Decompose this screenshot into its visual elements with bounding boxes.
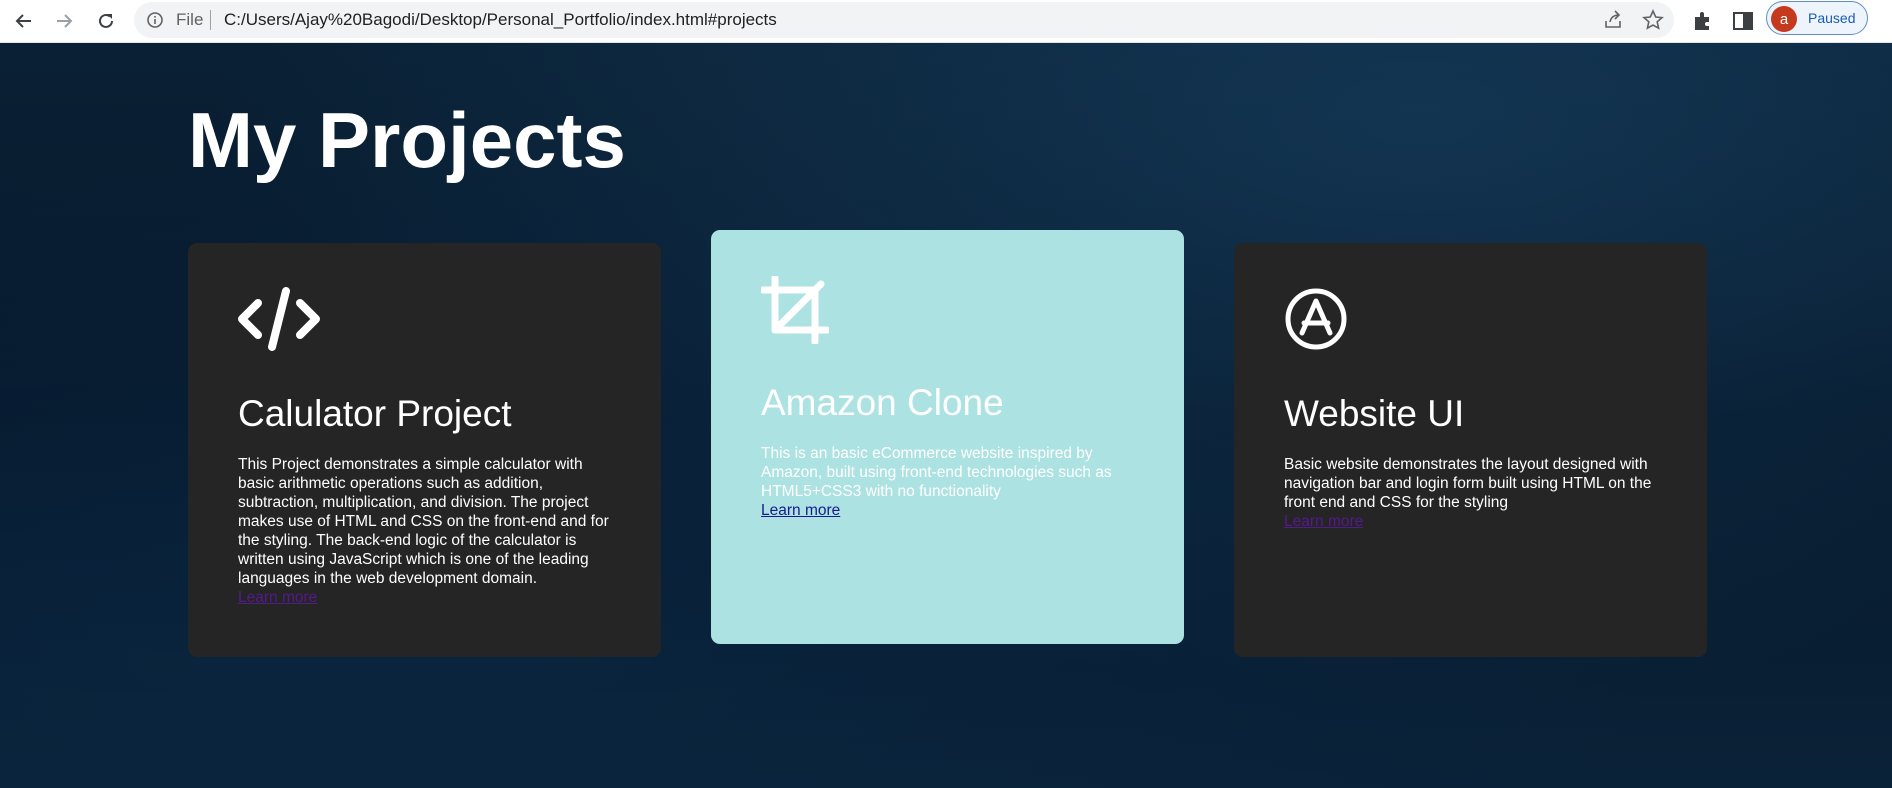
card-description: Basic website demonstrates the layout de… <box>1284 455 1664 531</box>
project-card-website-ui[interactable]: Website UI Basic website demonstrates th… <box>1234 243 1707 657</box>
star-icon[interactable] <box>1642 9 1664 31</box>
card-title: Calulator Project <box>238 393 512 434</box>
card-description-text: This is an basic eCommerce website inspi… <box>761 445 1112 500</box>
extensions-icon[interactable] <box>1690 8 1716 34</box>
browser-toolbar: File C:/Users/Ajay%20Bagodi/Desktop/Pers… <box>0 0 1892 43</box>
url-text[interactable]: C:/Users/Ajay%20Bagodi/Desktop/Personal_… <box>224 10 777 30</box>
forward-arrow-icon[interactable] <box>48 5 80 37</box>
app-store-icon <box>1285 288 1347 350</box>
learn-more-link[interactable]: Learn more <box>1284 513 1363 530</box>
scheme-label: File <box>176 10 204 29</box>
learn-more-link[interactable]: Learn more <box>761 502 840 519</box>
share-icon[interactable] <box>1602 9 1624 31</box>
card-title: Website UI <box>1284 393 1465 434</box>
avatar: a <box>1771 6 1797 32</box>
code-icon <box>238 287 320 351</box>
project-card-amazon-clone[interactable]: Amazon Clone This is an basic eCommerce … <box>711 230 1184 644</box>
page-title: My Projects <box>188 96 626 184</box>
projects-section: My Projects Calulator Project This Proje… <box>0 43 1892 788</box>
card-description-text: Basic website demonstrates the layout de… <box>1284 456 1652 511</box>
card-description: This is an basic eCommerce website inspi… <box>761 444 1141 520</box>
back-arrow-icon[interactable] <box>8 5 40 37</box>
profile-status: Paused <box>1808 10 1856 26</box>
info-icon[interactable] <box>146 11 164 29</box>
reload-icon[interactable] <box>90 5 122 37</box>
crop-icon <box>761 276 829 344</box>
profile-button[interactable]: a Paused <box>1766 1 1868 35</box>
card-description-text: This Project demonstrates a simple calcu… <box>238 456 609 587</box>
learn-more-link[interactable]: Learn more <box>238 589 317 606</box>
card-description: This Project demonstrates a simple calcu… <box>238 455 613 607</box>
project-card-calculator[interactable]: Calulator Project This Project demonstra… <box>188 243 661 657</box>
separator <box>210 10 211 30</box>
side-panel-icon[interactable] <box>1730 8 1756 34</box>
card-title: Amazon Clone <box>761 382 1004 423</box>
address-bar[interactable]: File C:/Users/Ajay%20Bagodi/Desktop/Pers… <box>134 2 1674 38</box>
